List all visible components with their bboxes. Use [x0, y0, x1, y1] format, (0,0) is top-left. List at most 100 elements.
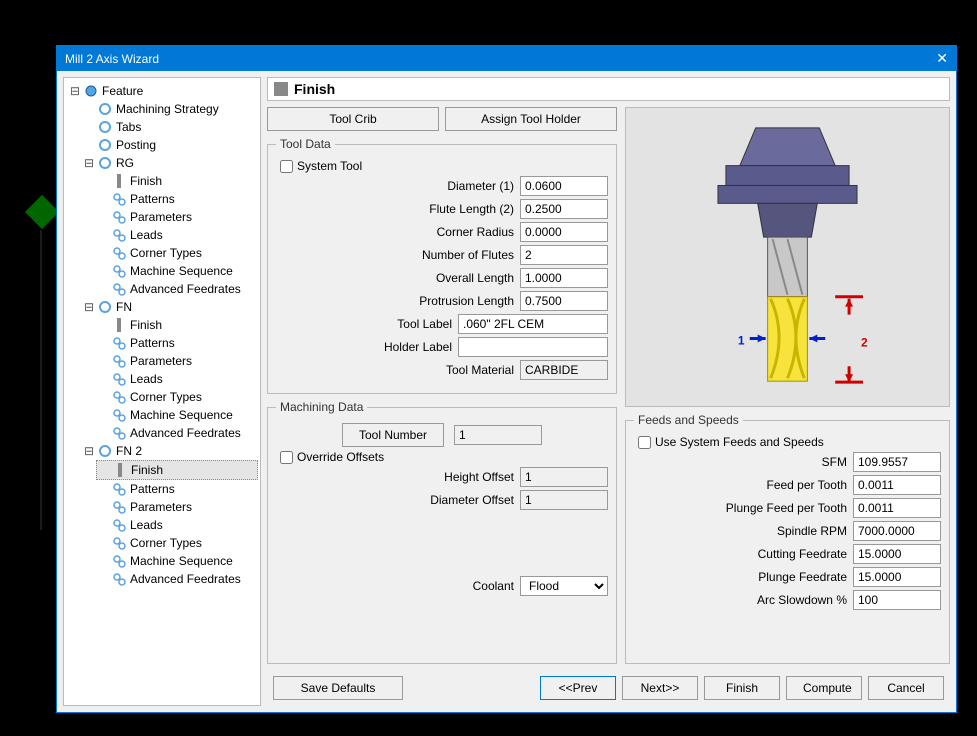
tree-fn[interactable]: ⊟FN [82, 298, 258, 316]
collapse-icon[interactable]: ⊟ [84, 154, 94, 172]
sfm-field[interactable] [853, 452, 941, 472]
gear-icon [98, 102, 112, 116]
cancel-button[interactable]: Cancel [868, 676, 944, 700]
override-offsets-checkbox[interactable] [280, 451, 293, 464]
coolant-select[interactable]: Flood [520, 576, 608, 596]
tree-fn2-advanced-feedrates[interactable]: Advanced Feedrates [96, 570, 258, 588]
arc-slowdown-field[interactable] [853, 590, 941, 610]
tool-preview: 1 2 [625, 107, 950, 407]
dim-1-label: 1 [738, 333, 745, 347]
machining-data-legend: Machining Data [276, 400, 367, 414]
tree-fn2-parameters[interactable]: Parameters [96, 498, 258, 516]
overall-length-field[interactable] [520, 268, 608, 288]
tree-posting[interactable]: Posting [82, 136, 258, 154]
gears-icon [112, 282, 126, 296]
pane-title: Finish [294, 81, 335, 97]
tree-rg-patterns[interactable]: Patterns [96, 190, 258, 208]
spindle-rpm-field[interactable] [853, 521, 941, 541]
collapse-icon[interactable]: ⊟ [84, 442, 94, 460]
machining-data-group: Machining Data Tool Number Override Offs… [267, 400, 617, 664]
plunge-feedrate-field[interactable] [853, 567, 941, 587]
tree-fn-patterns[interactable]: Patterns [96, 334, 258, 352]
tree-rg-machine-sequence[interactable]: Machine Sequence [96, 262, 258, 280]
tree-root-feature[interactable]: ⊟ Feature [68, 82, 258, 100]
gears-icon [112, 500, 126, 514]
tree-fn2-corner-types[interactable]: Corner Types [96, 534, 258, 552]
use-system-feeds-checkbox[interactable] [638, 436, 651, 449]
gear-icon [98, 444, 112, 458]
tree-fn2-patterns[interactable]: Patterns [96, 480, 258, 498]
tree-rg-advanced-feedrates[interactable]: Advanced Feedrates [96, 280, 258, 298]
gear-icon [98, 138, 112, 152]
tree-fn2-machine-sequence[interactable]: Machine Sequence [96, 552, 258, 570]
gears-icon [112, 264, 126, 278]
tool-data-group: Tool Data System Tool Diameter (1) Flute… [267, 137, 617, 394]
next-button[interactable]: Next>> [622, 676, 698, 700]
tool-material-field [520, 360, 608, 380]
feed-per-tooth-field[interactable] [853, 475, 941, 495]
tree-rg-leads[interactable]: Leads [96, 226, 258, 244]
gears-icon [112, 482, 126, 496]
diameter-offset-field [520, 490, 608, 510]
collapse-icon[interactable]: ⊟ [70, 82, 80, 100]
tree-fn-machine-sequence[interactable]: Machine Sequence [96, 406, 258, 424]
tree-fn-parameters[interactable]: Parameters [96, 352, 258, 370]
tree-machining-strategy[interactable]: Machining Strategy [82, 100, 258, 118]
tree-fn-leads[interactable]: Leads [96, 370, 258, 388]
window-title: Mill 2 Axis Wizard [65, 52, 159, 66]
tool-number-button[interactable]: Tool Number [342, 423, 444, 447]
close-icon[interactable]: ✕ [936, 50, 948, 67]
tree-rg-parameters[interactable]: Parameters [96, 208, 258, 226]
gears-icon [112, 536, 126, 550]
override-offsets-label: Override Offsets [297, 450, 384, 464]
system-tool-label: System Tool [297, 159, 362, 173]
tree-fn-corner-types[interactable]: Corner Types [96, 388, 258, 406]
tool-label-field[interactable] [458, 314, 608, 334]
assign-tool-holder-button[interactable]: Assign Tool Holder [445, 107, 617, 131]
tool-icon [274, 82, 288, 96]
collapse-icon[interactable]: ⊟ [84, 298, 94, 316]
tool-number-field [454, 425, 542, 445]
gears-icon [112, 210, 126, 224]
feature-tree[interactable]: ⊟ Feature Machining Strategy Tabs Postin… [63, 77, 261, 706]
flute-length-field[interactable] [520, 199, 608, 219]
tool-icon [113, 463, 127, 477]
tree-fn2[interactable]: ⊟FN 2 [82, 442, 258, 460]
num-flutes-field[interactable] [520, 245, 608, 265]
titlebar[interactable]: Mill 2 Axis Wizard ✕ [57, 46, 956, 71]
tool-icon [112, 318, 126, 332]
prev-button[interactable]: <<Prev [540, 676, 616, 700]
tree-rg-corner-types[interactable]: Corner Types [96, 244, 258, 262]
holder-label-field[interactable] [458, 337, 608, 357]
gears-icon [112, 408, 126, 422]
gears-icon [112, 554, 126, 568]
protrusion-length-field[interactable] [520, 291, 608, 311]
tree-rg-finish[interactable]: Finish [96, 172, 258, 190]
compute-button[interactable]: Compute [786, 676, 862, 700]
cutting-feedrate-field[interactable] [853, 544, 941, 564]
gears-icon [112, 372, 126, 386]
gears-icon [112, 518, 126, 532]
finish-button[interactable]: Finish [704, 676, 780, 700]
save-defaults-button[interactable]: Save Defaults [273, 676, 403, 700]
diameter-field[interactable] [520, 176, 608, 196]
tree-fn-advanced-feedrates[interactable]: Advanced Feedrates [96, 424, 258, 442]
tool-crib-button[interactable]: Tool Crib [267, 107, 439, 131]
use-system-feeds-label: Use System Feeds and Speeds [655, 435, 824, 449]
gears-icon [112, 192, 126, 206]
gear-icon [98, 156, 112, 170]
corner-radius-field[interactable] [520, 222, 608, 242]
gears-icon [112, 228, 126, 242]
gear-icon [98, 120, 112, 134]
system-tool-checkbox[interactable] [280, 160, 293, 173]
feature-icon [84, 84, 98, 98]
plunge-feed-per-tooth-field[interactable] [853, 498, 941, 518]
tree-fn2-finish[interactable]: Finish [96, 460, 258, 480]
feeds-speeds-legend: Feeds and Speeds [634, 413, 743, 427]
tool-data-legend: Tool Data [276, 137, 335, 151]
gears-icon [112, 390, 126, 404]
tree-fn2-leads[interactable]: Leads [96, 516, 258, 534]
tree-rg[interactable]: ⊟RG [82, 154, 258, 172]
tree-fn-finish[interactable]: Finish [96, 316, 258, 334]
tree-tabs[interactable]: Tabs [82, 118, 258, 136]
